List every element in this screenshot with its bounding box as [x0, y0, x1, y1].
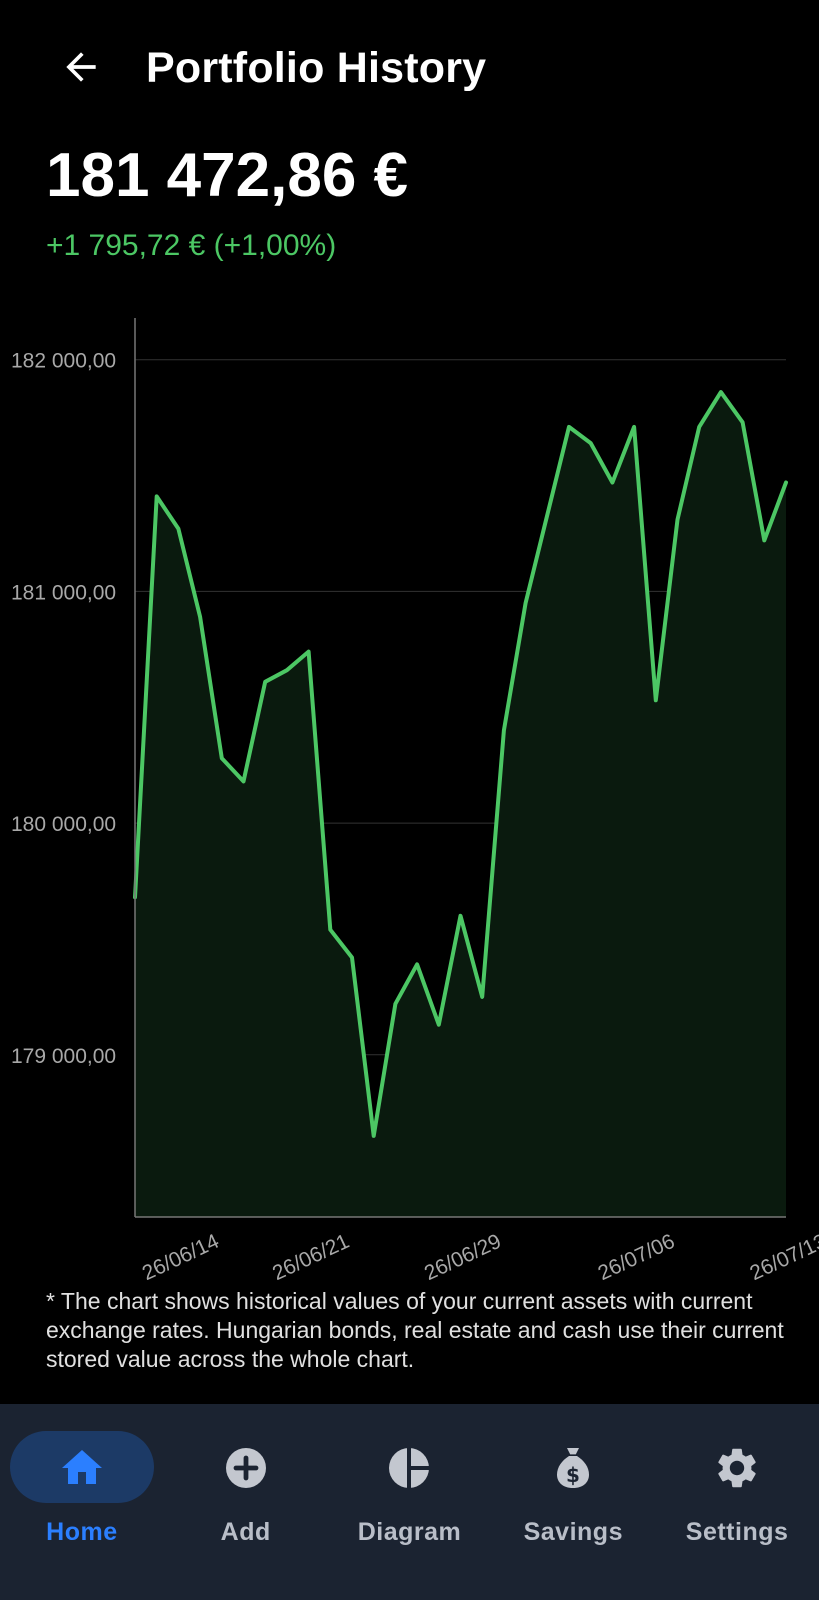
x-tick-label: 26/07/06: [594, 1230, 678, 1280]
add-circle-icon: [222, 1444, 270, 1492]
nav-item-diagram[interactable]: Diagram: [328, 1404, 492, 1600]
svg-text:$: $: [566, 1463, 580, 1487]
pie-chart-icon: [385, 1444, 433, 1492]
portfolio-change-value: +1 795,72 € (+1,00%): [46, 229, 337, 262]
y-tick-label: 181 000,00: [11, 581, 116, 604]
x-axis-tick-labels: 26/06/14 26/06/21 26/06/29 26/07/06 26/07/13: [139, 1230, 819, 1280]
nav-label-settings: Settings: [685, 1518, 789, 1546]
x-tick-label: 26/06/29: [421, 1230, 505, 1280]
nav-label-add: Add: [220, 1518, 271, 1546]
money-bag-icon: $: [549, 1444, 597, 1492]
series-area-fill: [135, 392, 786, 1218]
x-tick-label: 26/07/13: [746, 1230, 819, 1280]
portfolio-total-value: 181 472,86 €: [46, 141, 409, 210]
x-tick-label: 26/06/21: [269, 1230, 353, 1280]
chart-footnote: * The chart shows historical values of y…: [46, 1288, 784, 1372]
nav-item-add[interactable]: Add: [164, 1404, 328, 1600]
gear-icon: [713, 1444, 761, 1492]
y-tick-label: 179 000,00: [11, 1045, 116, 1068]
nav-item-home[interactable]: Home: [0, 1404, 164, 1600]
bottom-navigation: Home Add Diagram $ Savings Settings: [0, 1404, 819, 1600]
portfolio-history-chart[interactable]: 182 000,00 181 000,00 180 000,00 179 000,00…: [0, 300, 819, 1280]
home-icon: [58, 1444, 106, 1492]
nav-item-settings[interactable]: Settings: [655, 1404, 819, 1600]
page-title: Portfolio History: [146, 44, 487, 92]
app-header: Portfolio History: [0, 0, 819, 130]
y-tick-label: 182 000,00: [11, 350, 116, 373]
nav-label-savings: Savings: [523, 1518, 623, 1546]
nav-label-diagram: Diagram: [357, 1518, 462, 1546]
y-tick-label: 180 000,00: [11, 813, 116, 836]
chart-area-layer: [133, 390, 788, 1218]
nav-item-savings[interactable]: $ Savings: [491, 1404, 655, 1600]
y-axis-tick-labels: 182 000,00 181 000,00 180 000,00 179 000,00: [11, 350, 116, 1068]
arrow-left-icon: [66, 52, 96, 82]
back-button[interactable]: [50, 36, 112, 98]
nav-label-home: Home: [46, 1518, 118, 1546]
x-tick-label: 26/06/14: [139, 1230, 223, 1280]
